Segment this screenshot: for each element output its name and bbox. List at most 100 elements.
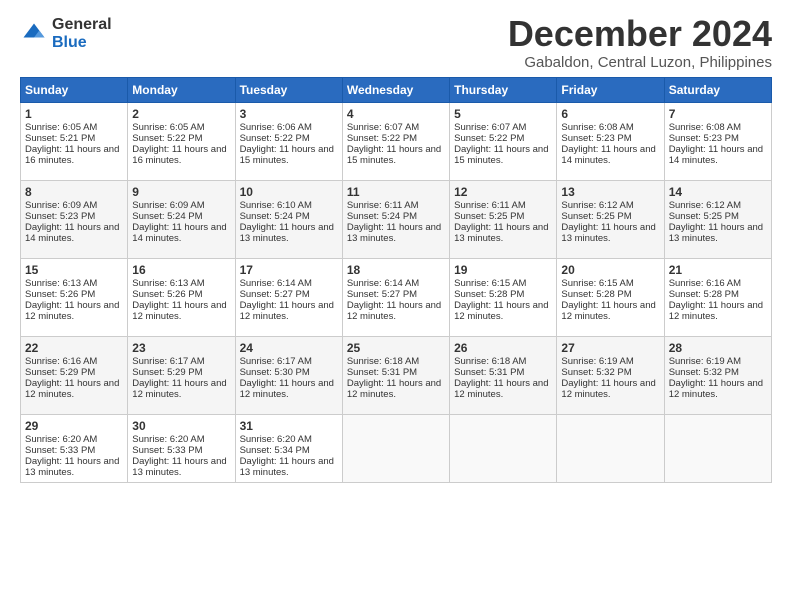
calendar-cell: 5Sunrise: 6:07 AMSunset: 5:22 PMDaylight… — [450, 103, 557, 181]
daylight-label: Daylight: 11 hours and 16 minutes. — [132, 144, 226, 166]
day-number: 6 — [561, 107, 659, 121]
calendar-cell: 1Sunrise: 6:05 AMSunset: 5:21 PMDaylight… — [21, 103, 128, 181]
sunrise-label: Sunrise: 6:05 AM — [132, 122, 204, 133]
daylight-label: Daylight: 11 hours and 13 minutes. — [25, 456, 119, 478]
day-number: 28 — [669, 341, 767, 355]
daylight-label: Daylight: 11 hours and 12 minutes. — [454, 300, 548, 322]
sunset-label: Sunset: 5:22 PM — [347, 133, 417, 144]
calendar-cell: 17Sunrise: 6:14 AMSunset: 5:27 PMDayligh… — [235, 259, 342, 337]
calendar-cell — [664, 415, 771, 483]
day-number: 10 — [240, 185, 338, 199]
calendar-cell: 12Sunrise: 6:11 AMSunset: 5:25 PMDayligh… — [450, 181, 557, 259]
calendar-cell: 8Sunrise: 6:09 AMSunset: 5:23 PMDaylight… — [21, 181, 128, 259]
sunset-label: Sunset: 5:24 PM — [240, 211, 310, 222]
calendar-cell: 28Sunrise: 6:19 AMSunset: 5:32 PMDayligh… — [664, 337, 771, 415]
calendar-cell: 30Sunrise: 6:20 AMSunset: 5:33 PMDayligh… — [128, 415, 235, 483]
daylight-label: Daylight: 11 hours and 12 minutes. — [561, 378, 655, 400]
daylight-label: Daylight: 11 hours and 12 minutes. — [240, 300, 334, 322]
sunset-label: Sunset: 5:24 PM — [347, 211, 417, 222]
week-row-3: 15Sunrise: 6:13 AMSunset: 5:26 PMDayligh… — [21, 259, 772, 337]
calendar-cell: 20Sunrise: 6:15 AMSunset: 5:28 PMDayligh… — [557, 259, 664, 337]
calendar-cell: 11Sunrise: 6:11 AMSunset: 5:24 PMDayligh… — [342, 181, 449, 259]
header-wednesday: Wednesday — [342, 78, 449, 103]
calendar-cell: 24Sunrise: 6:17 AMSunset: 5:30 PMDayligh… — [235, 337, 342, 415]
location-title: Gabaldon, Central Luzon, Philippines — [508, 54, 772, 71]
day-number: 14 — [669, 185, 767, 199]
sunrise-label: Sunrise: 6:11 AM — [347, 200, 419, 211]
header-row: SundayMondayTuesdayWednesdayThursdayFrid… — [21, 78, 772, 103]
daylight-label: Daylight: 11 hours and 13 minutes. — [240, 456, 334, 478]
sunset-label: Sunset: 5:32 PM — [669, 367, 739, 378]
sunrise-label: Sunrise: 6:09 AM — [132, 200, 204, 211]
sunset-label: Sunset: 5:32 PM — [561, 367, 631, 378]
sunset-label: Sunset: 5:33 PM — [25, 445, 95, 456]
sunrise-label: Sunrise: 6:19 AM — [561, 356, 633, 367]
day-number: 11 — [347, 185, 445, 199]
calendar-cell: 31Sunrise: 6:20 AMSunset: 5:34 PMDayligh… — [235, 415, 342, 483]
day-number: 29 — [25, 419, 123, 433]
day-number: 20 — [561, 263, 659, 277]
sunset-label: Sunset: 5:29 PM — [25, 367, 95, 378]
daylight-label: Daylight: 11 hours and 15 minutes. — [240, 144, 334, 166]
calendar-cell: 3Sunrise: 6:06 AMSunset: 5:22 PMDaylight… — [235, 103, 342, 181]
day-number: 17 — [240, 263, 338, 277]
day-number: 15 — [25, 263, 123, 277]
logo-icon — [20, 20, 48, 48]
daylight-label: Daylight: 11 hours and 12 minutes. — [347, 378, 441, 400]
week-row-5: 29Sunrise: 6:20 AMSunset: 5:33 PMDayligh… — [21, 415, 772, 483]
sunrise-label: Sunrise: 6:05 AM — [25, 122, 97, 133]
sunrise-label: Sunrise: 6:17 AM — [240, 356, 312, 367]
sunrise-label: Sunrise: 6:20 AM — [240, 434, 312, 445]
week-row-4: 22Sunrise: 6:16 AMSunset: 5:29 PMDayligh… — [21, 337, 772, 415]
daylight-label: Daylight: 11 hours and 14 minutes. — [25, 222, 119, 244]
sunrise-label: Sunrise: 6:12 AM — [561, 200, 633, 211]
day-number: 21 — [669, 263, 767, 277]
day-number: 26 — [454, 341, 552, 355]
calendar-cell — [450, 415, 557, 483]
sunset-label: Sunset: 5:29 PM — [132, 367, 202, 378]
sunset-label: Sunset: 5:27 PM — [347, 289, 417, 300]
daylight-label: Daylight: 11 hours and 15 minutes. — [454, 144, 548, 166]
logo-blue: Blue — [52, 34, 112, 52]
daylight-label: Daylight: 11 hours and 12 minutes. — [669, 300, 763, 322]
calendar-cell: 6Sunrise: 6:08 AMSunset: 5:23 PMDaylight… — [557, 103, 664, 181]
day-number: 4 — [347, 107, 445, 121]
sunset-label: Sunset: 5:25 PM — [561, 211, 631, 222]
calendar-cell: 27Sunrise: 6:19 AMSunset: 5:32 PMDayligh… — [557, 337, 664, 415]
daylight-label: Daylight: 11 hours and 16 minutes. — [25, 144, 119, 166]
daylight-label: Daylight: 11 hours and 14 minutes. — [561, 144, 655, 166]
calendar-cell: 14Sunrise: 6:12 AMSunset: 5:25 PMDayligh… — [664, 181, 771, 259]
logo: General Blue — [20, 16, 112, 51]
day-number: 23 — [132, 341, 230, 355]
logo-text: General Blue — [52, 16, 112, 51]
sunrise-label: Sunrise: 6:18 AM — [347, 356, 419, 367]
sunset-label: Sunset: 5:22 PM — [454, 133, 524, 144]
sunset-label: Sunset: 5:25 PM — [454, 211, 524, 222]
day-number: 12 — [454, 185, 552, 199]
calendar-cell — [342, 415, 449, 483]
calendar-cell: 29Sunrise: 6:20 AMSunset: 5:33 PMDayligh… — [21, 415, 128, 483]
month-title: December 2024 — [508, 16, 772, 52]
daylight-label: Daylight: 11 hours and 12 minutes. — [25, 378, 119, 400]
calendar-cell: 16Sunrise: 6:13 AMSunset: 5:26 PMDayligh… — [128, 259, 235, 337]
calendar-cell: 2Sunrise: 6:05 AMSunset: 5:22 PMDaylight… — [128, 103, 235, 181]
day-number: 31 — [240, 419, 338, 433]
calendar-cell: 26Sunrise: 6:18 AMSunset: 5:31 PMDayligh… — [450, 337, 557, 415]
header-monday: Monday — [128, 78, 235, 103]
day-number: 27 — [561, 341, 659, 355]
daylight-label: Daylight: 11 hours and 13 minutes. — [347, 222, 441, 244]
sunset-label: Sunset: 5:30 PM — [240, 367, 310, 378]
day-number: 5 — [454, 107, 552, 121]
sunset-label: Sunset: 5:28 PM — [669, 289, 739, 300]
day-number: 25 — [347, 341, 445, 355]
title-block: December 2024 Gabaldon, Central Luzon, P… — [508, 16, 772, 71]
page-container: General Blue December 2024 Gabaldon, Cen… — [0, 0, 792, 493]
sunset-label: Sunset: 5:24 PM — [132, 211, 202, 222]
sunset-label: Sunset: 5:31 PM — [347, 367, 417, 378]
header: General Blue December 2024 Gabaldon, Cen… — [20, 16, 772, 71]
sunset-label: Sunset: 5:31 PM — [454, 367, 524, 378]
sunrise-label: Sunrise: 6:17 AM — [132, 356, 204, 367]
sunset-label: Sunset: 5:27 PM — [240, 289, 310, 300]
calendar-cell: 9Sunrise: 6:09 AMSunset: 5:24 PMDaylight… — [128, 181, 235, 259]
sunrise-label: Sunrise: 6:14 AM — [347, 278, 419, 289]
